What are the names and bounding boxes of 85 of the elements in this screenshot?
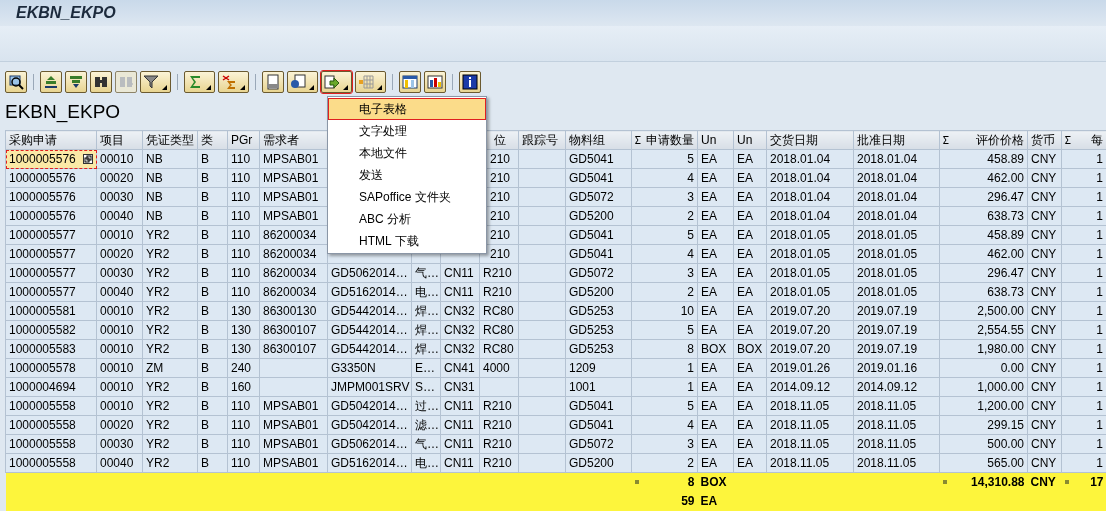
column-label: 物料组 xyxy=(569,132,605,149)
menu-item[interactable]: 电子表格 xyxy=(328,98,486,120)
window-title: EKBN_EKPO xyxy=(16,3,116,23)
list-title: EKBN_EKPO xyxy=(5,99,121,125)
table-cell: 1000005576 xyxy=(5,168,97,188)
caret-icon xyxy=(343,85,348,90)
details-icon xyxy=(8,74,24,90)
total-value: EA xyxy=(700,494,718,508)
column-header[interactable]: Un xyxy=(733,130,767,150)
column-label: 货币 xyxy=(1031,132,1055,149)
column-header[interactable]: 批准日期 xyxy=(853,130,940,150)
caret-icon xyxy=(206,85,211,90)
column-header[interactable]: 评价价格 xyxy=(939,130,1028,150)
toolbar-button[interactable] xyxy=(399,71,421,93)
toolbar-button[interactable] xyxy=(262,71,284,93)
column-header[interactable]: 物料组 xyxy=(565,130,632,150)
column-header[interactable]: 项目 xyxy=(96,130,143,150)
sum-icon xyxy=(635,136,641,144)
sum-icon xyxy=(1065,136,1071,144)
print-preview-icon xyxy=(265,74,281,90)
column-label: Un xyxy=(737,132,753,149)
column-label: 项目 xyxy=(100,132,124,149)
total-value: 8 xyxy=(687,474,695,492)
total-value: 17 xyxy=(1090,474,1104,492)
toolbar-button[interactable] xyxy=(218,71,249,93)
sum-icon xyxy=(187,74,203,90)
column-label: 类 xyxy=(201,132,213,149)
toolbar-button[interactable] xyxy=(184,71,215,93)
value-help-icon[interactable] xyxy=(83,154,93,164)
toolbar-button[interactable] xyxy=(5,71,27,93)
toolbar-button[interactable] xyxy=(321,71,352,93)
grid-icon xyxy=(358,74,374,90)
toolbar-button[interactable] xyxy=(40,71,62,93)
total-marker-icon xyxy=(634,480,639,485)
column-header[interactable]: 每 xyxy=(1061,130,1106,150)
subtotal-icon xyxy=(221,74,237,90)
column-header[interactable]: 交货日期 xyxy=(766,130,854,150)
binoculars-plus-icon xyxy=(118,74,134,90)
view-icon xyxy=(290,74,306,90)
toolbar-button[interactable] xyxy=(459,71,481,93)
info-icon xyxy=(462,74,478,90)
column-label: 评价价格 xyxy=(976,132,1024,149)
toolbar-button[interactable] xyxy=(287,71,318,93)
caret-icon xyxy=(377,85,382,90)
cell-value: 1000005576 xyxy=(9,151,76,168)
total-marker-icon xyxy=(942,480,947,485)
column-label: 交货日期 xyxy=(770,132,818,149)
column-header[interactable]: Un xyxy=(697,130,734,150)
column-label: Un xyxy=(701,132,717,149)
column-header[interactable]: 货币 xyxy=(1027,130,1062,150)
column-label: 申请数量 xyxy=(646,132,694,149)
filter-icon xyxy=(143,74,159,90)
chart-icon xyxy=(427,74,443,90)
binoculars-icon xyxy=(93,74,109,90)
toolbar-button[interactable] xyxy=(65,71,87,93)
total-value: BOX xyxy=(700,475,727,490)
caret-icon xyxy=(240,85,245,90)
total-value: 14,310.88 xyxy=(971,474,1025,492)
column-header[interactable]: PGr xyxy=(227,130,260,150)
column-label: 位 xyxy=(493,132,506,149)
caret-icon xyxy=(162,85,167,90)
column-label: 批准日期 xyxy=(857,132,905,149)
toolbar-button[interactable] xyxy=(355,71,386,93)
export-icon xyxy=(324,74,340,90)
column-label: 需求者 xyxy=(263,132,299,149)
sort-ascending-icon xyxy=(43,74,59,90)
column-label: 采购申请 xyxy=(9,132,57,149)
total-value: CNY xyxy=(1030,475,1056,490)
column-header[interactable]: 申请数量 xyxy=(631,130,698,150)
sum-icon xyxy=(943,136,949,144)
total-value: 59 xyxy=(681,493,695,510)
column-label: 跟踪号 xyxy=(522,132,558,149)
column-label: PGr xyxy=(231,132,253,149)
total-marker-icon xyxy=(1064,480,1069,485)
column-header[interactable]: 跟踪号 xyxy=(518,130,566,150)
toolbar-button[interactable] xyxy=(90,71,112,93)
column-header[interactable]: 采购申请 xyxy=(5,130,97,150)
caret-icon xyxy=(309,85,314,90)
column-header[interactable]: 类 xyxy=(197,130,228,150)
toolbar-button[interactable] xyxy=(424,71,446,93)
toolbar-button[interactable] xyxy=(140,71,171,93)
sort-descending-icon xyxy=(68,74,84,90)
column-header[interactable]: 需求者 xyxy=(259,130,328,150)
columns-icon xyxy=(402,74,418,90)
column-label: 每 xyxy=(1091,132,1103,149)
